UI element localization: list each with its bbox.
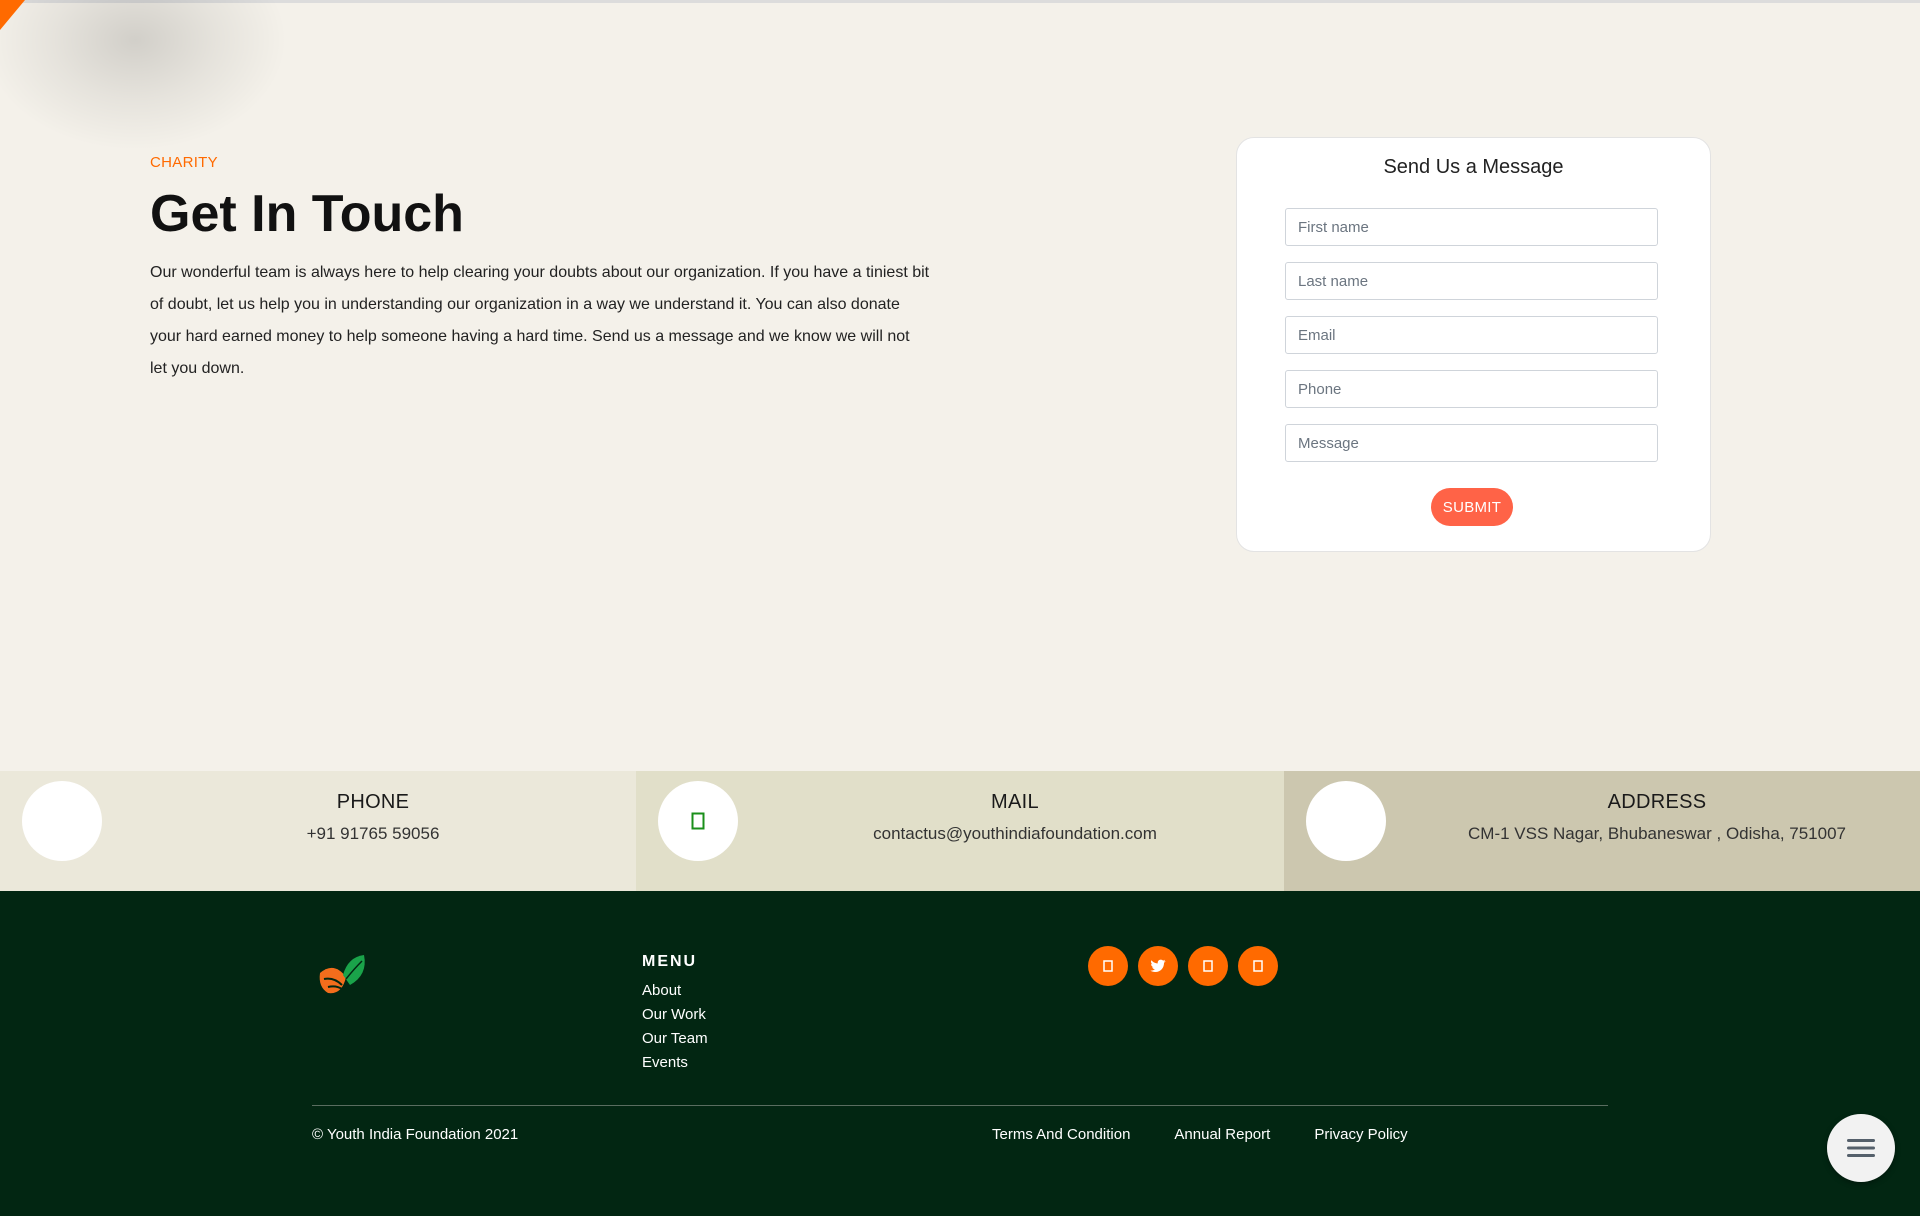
mail-icon: [658, 781, 738, 861]
form-title: Send Us a Message: [1383, 156, 1564, 178]
contact-address-card: ADDRESS CM-1 VSS Nagar, Bhubaneswar , Od…: [1284, 771, 1920, 891]
hamburger-icon: [1847, 1139, 1875, 1157]
contact-label: PHONE: [336, 791, 410, 813]
submit-button[interactable]: SUBMIT: [1431, 488, 1513, 526]
email-field[interactable]: [1285, 316, 1658, 354]
menu-link-about[interactable]: About: [642, 979, 708, 1003]
phone-icon: [22, 781, 102, 861]
menu-heading: MENU: [642, 953, 698, 970]
contact-mail-card: MAIL contactus@youthindiafoundation.com: [636, 771, 1284, 891]
social-links: [1088, 946, 1278, 986]
menu-link-our-team[interactable]: Our Team: [642, 1027, 708, 1051]
corner-accent-triangle: [0, 0, 25, 30]
phone-field[interactable]: [1285, 370, 1658, 408]
contact-phone-card: PHONE +91 91765 59056: [0, 771, 636, 891]
first-name-field[interactable]: [1285, 208, 1658, 246]
menu-link-events[interactable]: Events: [642, 1051, 708, 1075]
privacy-policy-link[interactable]: Privacy Policy: [1314, 1126, 1407, 1143]
terms-link[interactable]: Terms And Condition: [992, 1126, 1130, 1143]
contact-info-strip: PHONE +91 91765 59056 MAIL contactus@you…: [0, 771, 1920, 891]
contact-value[interactable]: contactus@youthindiafoundation.com: [746, 824, 1284, 844]
last-name-field[interactable]: [1285, 262, 1658, 300]
contact-value[interactable]: +91 91765 59056: [110, 824, 636, 844]
hero-section: CHARITY Get In Touch Our wonderful team …: [150, 154, 930, 385]
footer-divider: [312, 1105, 1608, 1106]
menu-fab-button[interactable]: [1827, 1114, 1895, 1182]
footer-menu: MENU About Our Work Our Team Events: [642, 953, 708, 1075]
site-footer: MENU About Our Work Our Team Events © Yo…: [0, 891, 1920, 1216]
youtube-icon[interactable]: [1238, 946, 1278, 986]
page-title: Get In Touch: [150, 185, 464, 243]
legal-links: Terms And Condition Annual Report Privac…: [992, 1126, 1408, 1143]
intro-paragraph: Our wonderful team is always here to hel…: [150, 263, 930, 377]
location-icon: [1306, 781, 1386, 861]
facebook-icon[interactable]: [1088, 946, 1128, 986]
twitter-icon[interactable]: [1138, 946, 1178, 986]
menu-link-our-work[interactable]: Our Work: [642, 1003, 708, 1027]
contact-label: MAIL: [991, 791, 1039, 813]
foundation-logo[interactable]: [316, 953, 368, 998]
corner-shadow-decoration: [0, 0, 300, 160]
section-eyebrow: CHARITY: [150, 154, 218, 171]
copyright-text: © Youth India Foundation 2021: [312, 1126, 519, 1143]
annual-report-link[interactable]: Annual Report: [1174, 1126, 1270, 1143]
contact-label: ADDRESS: [1607, 791, 1707, 813]
instagram-icon[interactable]: [1188, 946, 1228, 986]
contact-form: Send Us a Message SUBMIT: [1236, 137, 1711, 552]
contact-value: CM-1 VSS Nagar, Bhubaneswar , Odisha, 75…: [1468, 824, 1846, 843]
message-field[interactable]: [1285, 424, 1658, 462]
